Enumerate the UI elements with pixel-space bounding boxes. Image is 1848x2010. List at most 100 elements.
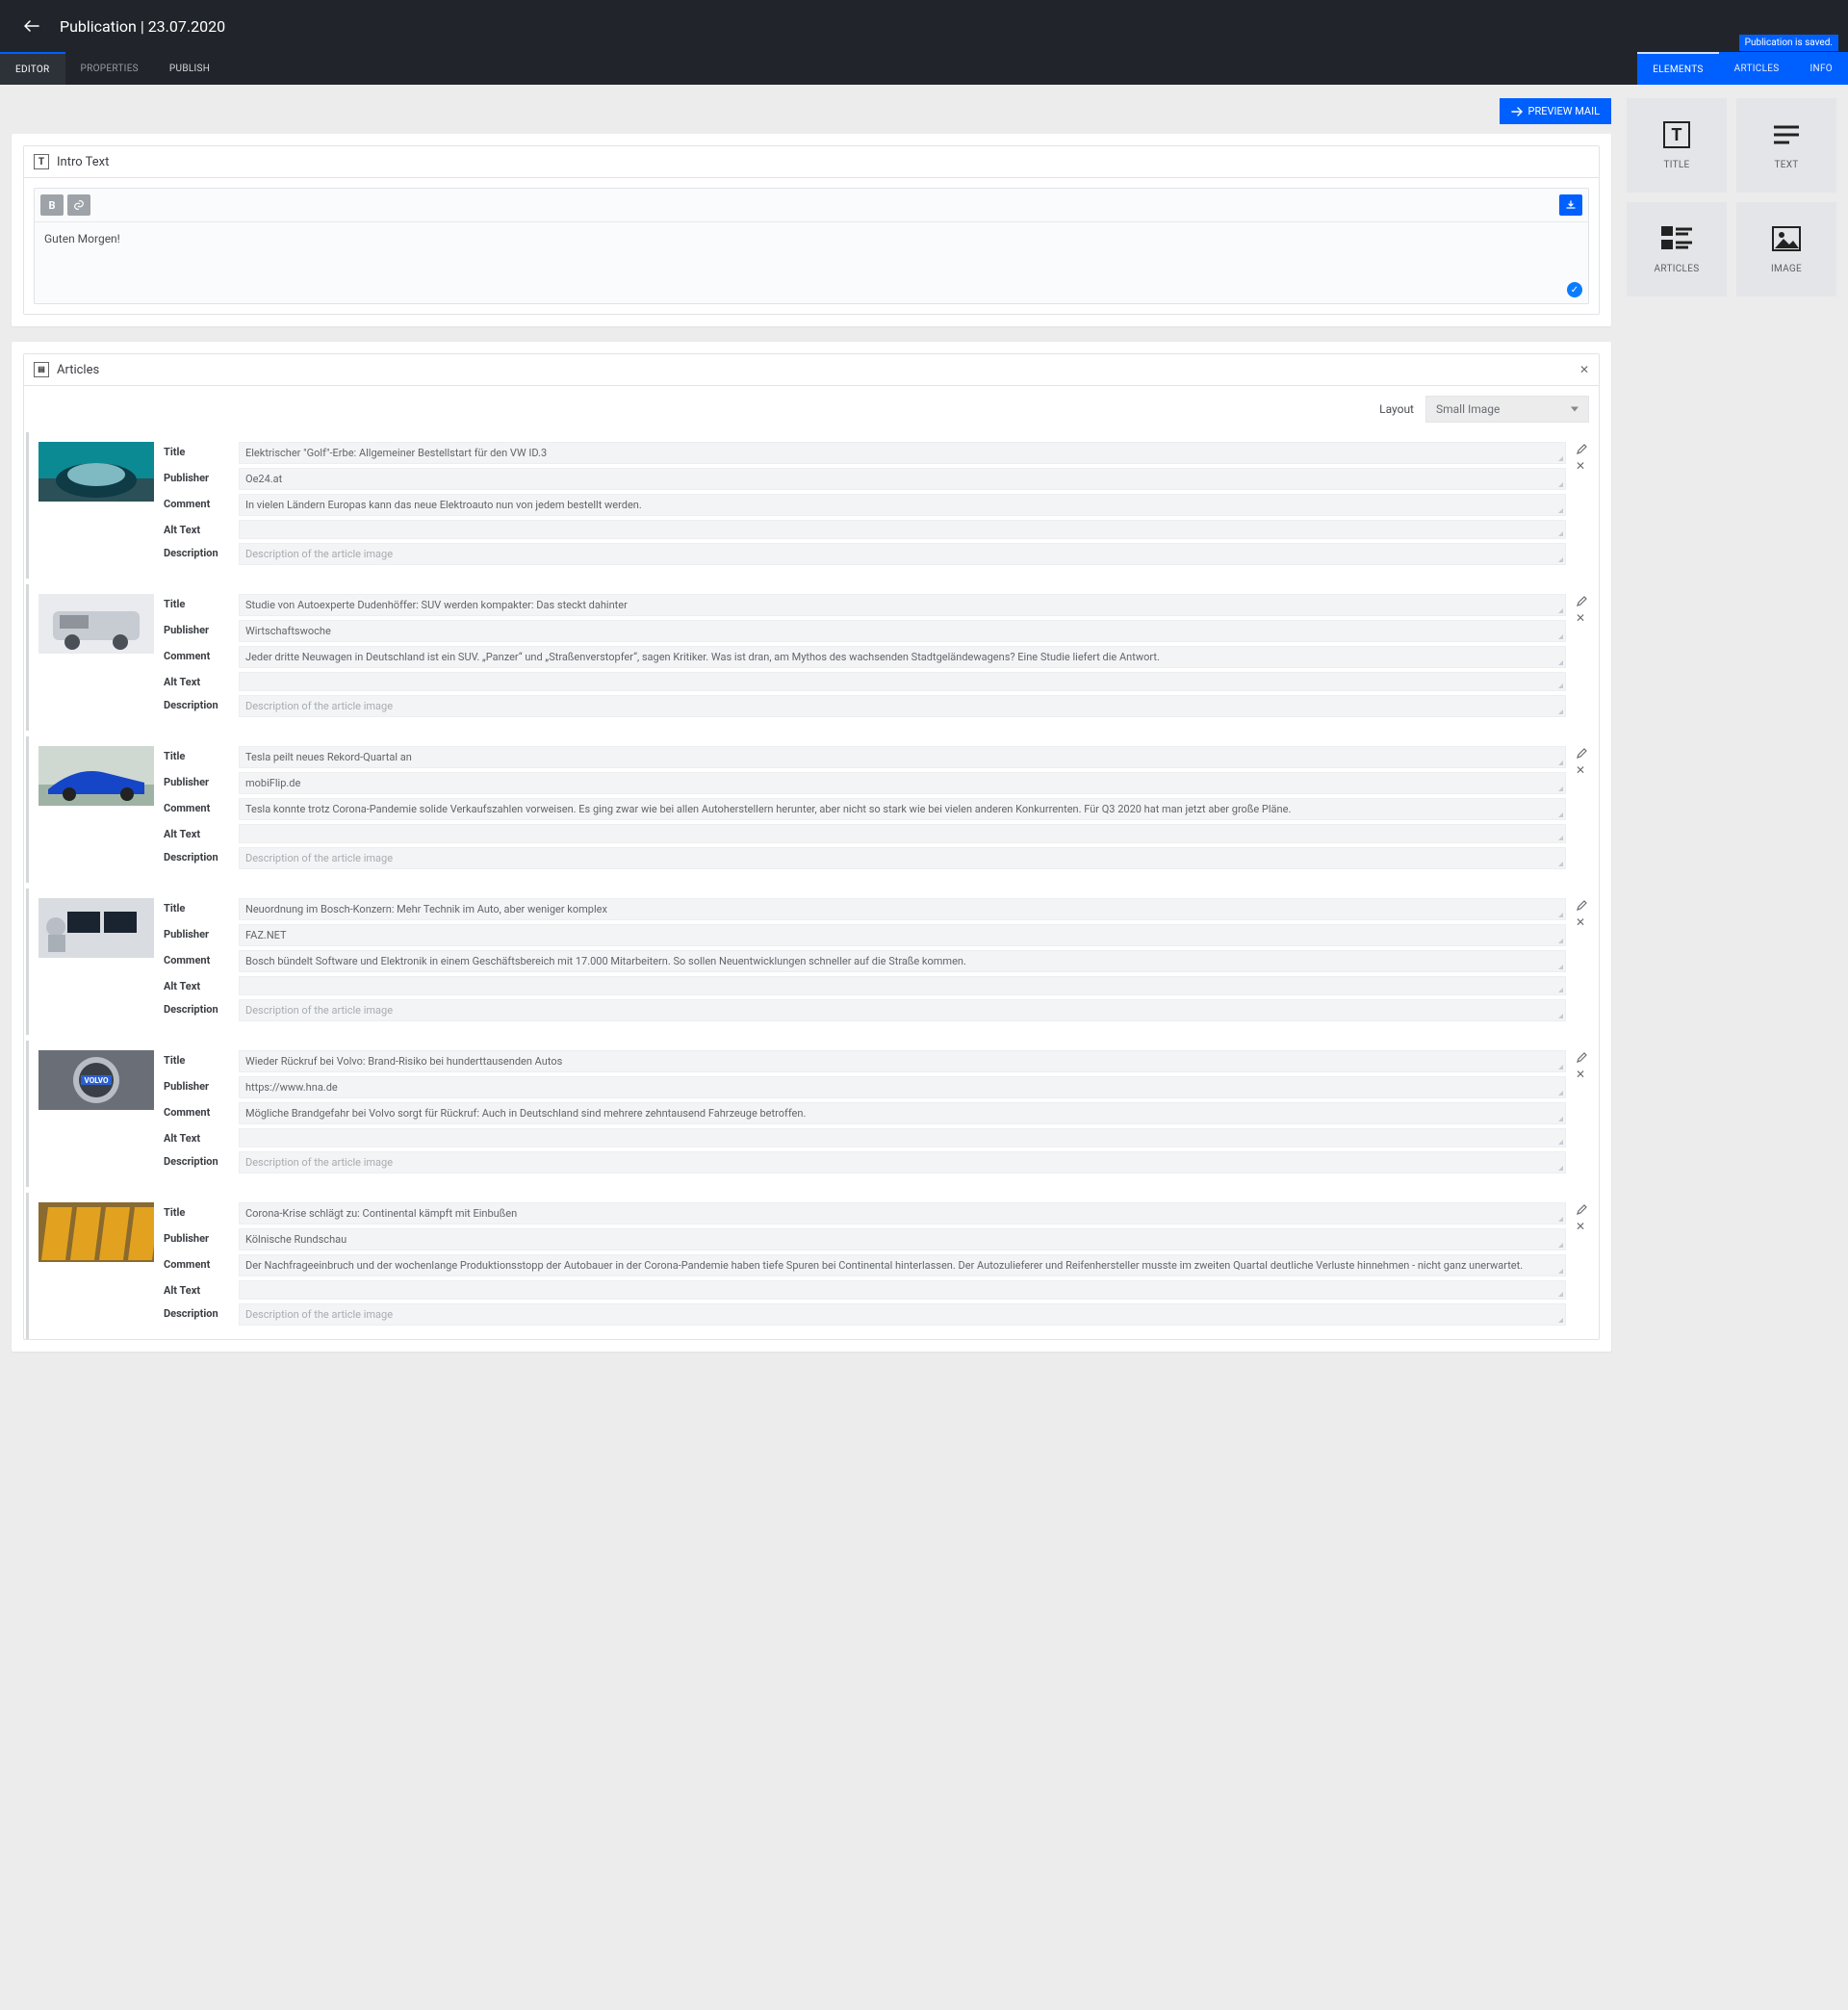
field-label-desc: Description: [164, 1151, 229, 1168]
tab-properties[interactable]: PROPERTIES: [65, 52, 154, 85]
articles-block: ▤ Articles ✕ Layout Small Image Title El…: [23, 353, 1600, 1340]
field-label-publisher: Publisher: [164, 620, 229, 636]
article-thumbnail[interactable]: [38, 898, 154, 958]
download-icon: [1565, 199, 1577, 211]
field-label-alt: Alt Text: [164, 1280, 229, 1297]
field-input-title[interactable]: Corona-Krise schlägt zu: Continental käm…: [239, 1202, 1566, 1224]
field-input-comment[interactable]: Mögliche Brandgefahr bei Volvo sorgt für…: [239, 1102, 1566, 1124]
field-input-publisher[interactable]: Oe24.at: [239, 468, 1566, 490]
palette-label: IMAGE: [1771, 264, 1802, 274]
bold-button[interactable]: B: [40, 194, 64, 216]
remove-article-button[interactable]: ✕: [1576, 1220, 1587, 1233]
palette-image[interactable]: IMAGE: [1736, 202, 1836, 296]
remove-article-button[interactable]: ✕: [1576, 763, 1587, 777]
field-input-desc[interactable]: Description of the article image: [239, 847, 1566, 869]
field-input-publisher[interactable]: Kölnische Rundschau: [239, 1228, 1566, 1250]
field-input-publisher[interactable]: mobiFlip.de: [239, 772, 1566, 794]
article-thumbnail[interactable]: [38, 442, 154, 502]
field-label-comment: Comment: [164, 646, 229, 662]
check-icon: ✓: [1567, 282, 1582, 297]
field-input-publisher[interactable]: Wirtschaftswoche: [239, 620, 1566, 642]
field-input-publisher[interactable]: FAZ.NET: [239, 924, 1566, 946]
article-thumbnail[interactable]: [38, 594, 154, 654]
field-input-comment[interactable]: In vielen Ländern Europas kann das neue …: [239, 494, 1566, 516]
layout-select[interactable]: Small Image: [1425, 396, 1589, 423]
field-input-alt[interactable]: [239, 1280, 1566, 1300]
field-input-title[interactable]: Neuordnung im Bosch-Konzern: Mehr Techni…: [239, 898, 1566, 920]
edit-article-button[interactable]: [1576, 1052, 1587, 1064]
field-input-alt[interactable]: [239, 672, 1566, 691]
intro-block: T Intro Text B Gu: [23, 145, 1600, 315]
tabs-left: EDITORPROPERTIESPUBLISH: [0, 52, 225, 85]
edit-article-button[interactable]: [1576, 900, 1587, 912]
edit-article-button[interactable]: [1576, 748, 1587, 760]
field-input-comment[interactable]: Bosch bündelt Software und Elektronik in…: [239, 950, 1566, 972]
article-row: Title Elektrischer "Golf"-Erbe: Allgemei…: [26, 432, 1597, 579]
field-input-desc[interactable]: Description of the article image: [239, 999, 1566, 1021]
svg-text:T: T: [1671, 125, 1681, 145]
topbar: Publication | 23.07.2020: [0, 0, 1848, 52]
preview-mail-button[interactable]: PREVIEW MAIL: [1500, 98, 1612, 124]
field-label-alt: Alt Text: [164, 1128, 229, 1145]
link-button[interactable]: [67, 194, 90, 216]
edit-article-button[interactable]: [1576, 444, 1587, 455]
field-label-title: Title: [164, 1050, 229, 1067]
pencil-icon: [1576, 1052, 1587, 1064]
edit-article-button[interactable]: [1576, 1204, 1587, 1216]
tab-publish[interactable]: PUBLISH: [154, 52, 225, 85]
palette-title[interactable]: TTITLE: [1627, 98, 1727, 193]
edit-article-button[interactable]: [1576, 596, 1587, 607]
field-input-publisher[interactable]: https://www.hna.de: [239, 1076, 1566, 1098]
field-input-desc[interactable]: Description of the article image: [239, 543, 1566, 565]
field-input-alt[interactable]: [239, 824, 1566, 843]
field-input-title[interactable]: Elektrischer "Golf"-Erbe: Allgemeiner Be…: [239, 442, 1566, 464]
article-row: Title Tesla peilt neues Rekord-Quartal a…: [26, 736, 1597, 883]
field-label-publisher: Publisher: [164, 1228, 229, 1245]
layout-value: Small Image: [1436, 402, 1500, 416]
field-label-publisher: Publisher: [164, 468, 229, 484]
tab-articles[interactable]: ARTICLES: [1719, 52, 1795, 85]
article-thumbnail[interactable]: VOLVO: [38, 1050, 154, 1110]
palette-label: ARTICLES: [1655, 264, 1700, 274]
field-input-comment[interactable]: Jeder dritte Neuwagen in Deutschland ist…: [239, 646, 1566, 668]
back-button[interactable]: [21, 15, 42, 37]
field-input-title[interactable]: Wieder Rückruf bei Volvo: Brand-Risiko b…: [239, 1050, 1566, 1072]
palette-text[interactable]: TEXT: [1736, 98, 1836, 193]
remove-article-button[interactable]: ✕: [1576, 1068, 1587, 1081]
tab-info[interactable]: INFO: [1795, 52, 1848, 85]
field-label-desc: Description: [164, 999, 229, 1016]
field-input-comment[interactable]: Tesla konnte trotz Corona-Pandemie solid…: [239, 798, 1566, 820]
field-input-title[interactable]: Tesla peilt neues Rekord-Quartal an: [239, 746, 1566, 768]
field-input-desc[interactable]: Description of the article image: [239, 1151, 1566, 1173]
field-input-comment[interactable]: Der Nachfrageeinbruch und der wochenlang…: [239, 1254, 1566, 1276]
insert-element-button[interactable]: [1559, 194, 1582, 216]
remove-article-button[interactable]: ✕: [1576, 915, 1587, 929]
remove-article-button[interactable]: ✕: [1576, 611, 1587, 625]
close-articles-button[interactable]: ✕: [1579, 363, 1589, 376]
field-label-alt: Alt Text: [164, 976, 229, 992]
intro-textarea[interactable]: Guten Morgen! ✓: [35, 222, 1588, 303]
palette-articles[interactable]: ARTICLES: [1627, 202, 1727, 296]
field-label-publisher: Publisher: [164, 1076, 229, 1093]
field-input-alt[interactable]: [239, 976, 1566, 995]
field-input-desc[interactable]: Description of the article image: [239, 695, 1566, 717]
pencil-icon: [1576, 748, 1587, 760]
article-thumbnail[interactable]: [38, 746, 154, 806]
article-thumbnail[interactable]: [38, 1202, 154, 1262]
remove-article-button[interactable]: ✕: [1576, 459, 1587, 473]
article-row: VOLVO Title Wieder Rückruf bei Volvo: Br…: [26, 1041, 1597, 1187]
articles-icon: [1661, 225, 1692, 252]
pencil-icon: [1576, 1204, 1587, 1216]
field-label-comment: Comment: [164, 494, 229, 510]
field-input-title[interactable]: Studie von Autoexperte Dudenhöffer: SUV …: [239, 594, 1566, 616]
text-icon: T: [34, 154, 49, 169]
field-input-alt[interactable]: [239, 1128, 1566, 1147]
field-label-alt: Alt Text: [164, 824, 229, 840]
tab-editor[interactable]: EDITOR: [0, 52, 65, 85]
field-input-desc[interactable]: Description of the article image: [239, 1303, 1566, 1326]
article-row: Title Neuordnung im Bosch-Konzern: Mehr …: [26, 889, 1597, 1035]
article-row: Title Corona-Krise schlägt zu: Continent…: [26, 1193, 1597, 1339]
layout-label: Layout: [1379, 402, 1414, 416]
field-input-alt[interactable]: [239, 520, 1566, 539]
tab-elements[interactable]: ELEMENTS: [1637, 52, 1718, 85]
